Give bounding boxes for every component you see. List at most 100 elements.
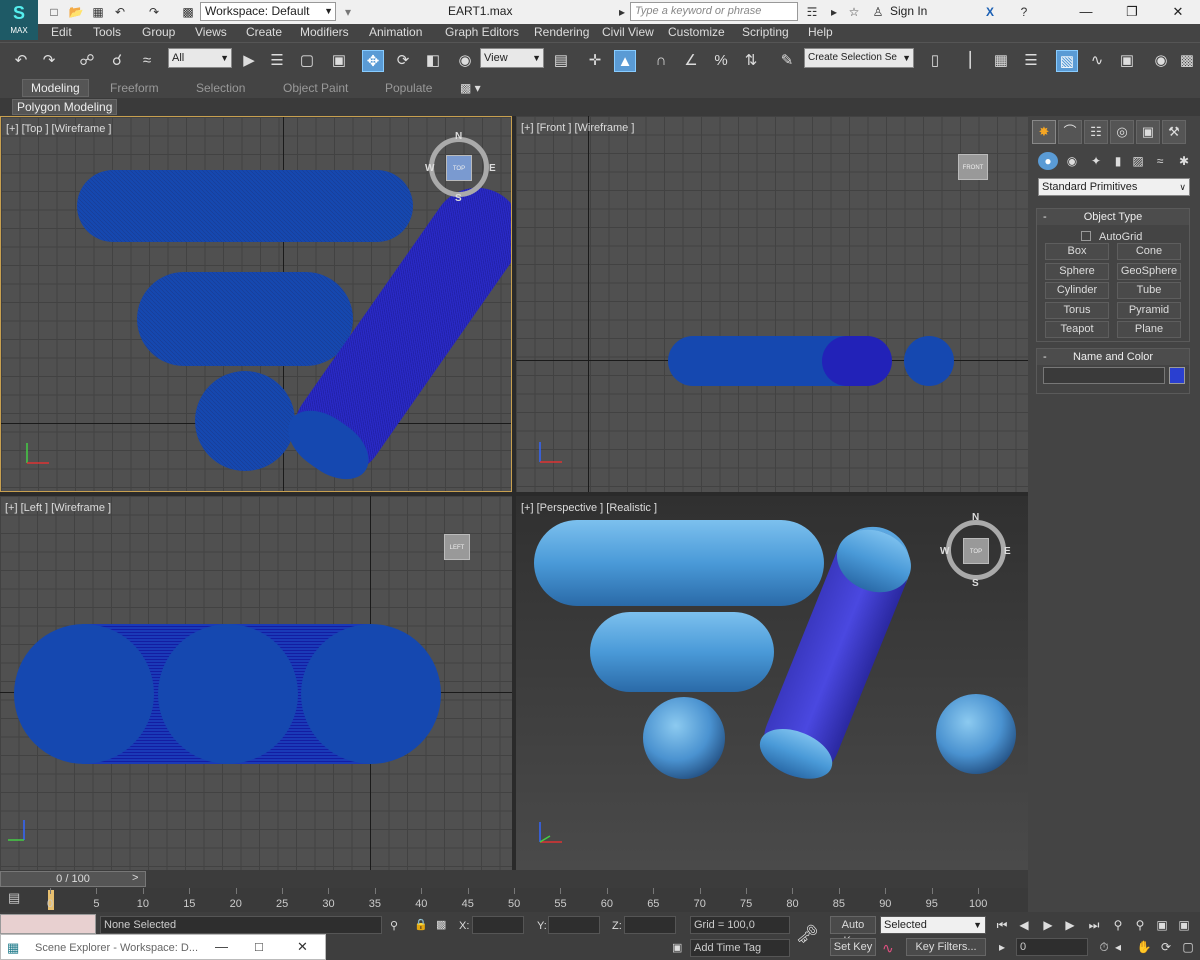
viewport-front[interactable]: FRONT [+] [Front ] [Wireframe ]	[516, 116, 1028, 492]
cylinder-button[interactable]: Cylinder	[1045, 282, 1109, 299]
next-frame-icon[interactable]: ▶	[1060, 916, 1080, 934]
helpers-icon[interactable]: ▨	[1128, 152, 1148, 170]
left-sphere-1[interactable]	[14, 624, 154, 764]
help-icon[interactable]: ?	[1016, 4, 1032, 20]
current-frame-field[interactable]: 0	[1016, 938, 1088, 956]
modify-tab-icon[interactable]: ⌒	[1058, 120, 1082, 144]
key-mode-dropdown[interactable]: Selected ▼	[880, 916, 986, 934]
unlink-icon[interactable]: ☌	[106, 50, 128, 72]
cameras-icon[interactable]: ▮	[1108, 152, 1128, 170]
communication-center-icon[interactable]: ▸	[826, 4, 842, 20]
close-icon[interactable]: ✕	[297, 939, 308, 955]
object-name-field[interactable]	[1043, 367, 1165, 384]
menu-civil-view[interactable]: Civil View	[602, 25, 654, 39]
minimize-icon[interactable]: —	[1066, 0, 1106, 24]
redo-icon[interactable]: ↷	[146, 4, 162, 20]
sign-in-button[interactable]: Sign In	[890, 4, 927, 18]
sphere-button[interactable]: Sphere	[1045, 263, 1109, 280]
viewport-label[interactable]: [+] [Front ] [Wireframe ]	[521, 122, 634, 134]
align-icon[interactable]: ▕	[954, 50, 976, 72]
menu-views[interactable]: Views	[195, 25, 227, 39]
pan-hand-icon[interactable]: ✋	[1134, 938, 1154, 956]
geosphere-button[interactable]: GeoSphere	[1117, 263, 1181, 280]
x-coordinate-field[interactable]	[472, 916, 524, 934]
curve-editor-icon[interactable]: ∿	[1086, 50, 1108, 72]
zoom-extents-icon[interactable]: ▣	[1152, 916, 1172, 934]
select-and-move-icon[interactable]: ✥	[362, 50, 384, 72]
hierarchy-tab-icon[interactable]: ☷	[1084, 120, 1108, 144]
link-icon[interactable]: ☍	[76, 50, 98, 72]
selection-filter-dropdown[interactable]: All ▼	[168, 48, 232, 68]
project-folder-icon[interactable]: ▩	[180, 4, 196, 20]
percent-snap-icon[interactable]: %	[710, 50, 732, 72]
schematic-view-icon[interactable]: ▣	[1116, 50, 1138, 72]
viewcube[interactable]: LEFT	[444, 534, 470, 560]
material-editor-icon[interactable]: ◉	[1150, 50, 1172, 72]
box-button[interactable]: Box	[1045, 243, 1109, 260]
plane-button[interactable]: Plane	[1117, 321, 1181, 338]
select-and-rotate-icon[interactable]: ⟳	[392, 50, 414, 72]
select-object-icon[interactable]: ▶	[238, 50, 260, 72]
reference-coordinate-dropdown[interactable]: View ▼	[480, 48, 544, 68]
viewport-left[interactable]: LEFT [+] [Left ] [Wireframe ]	[0, 496, 512, 870]
pivot-center-icon[interactable]: ▤	[550, 50, 572, 72]
object-type-header[interactable]: - Object Type	[1037, 209, 1189, 225]
zoom-extents-all-icon[interactable]: ▣	[1174, 916, 1194, 934]
minimize-icon[interactable]: —	[215, 939, 228, 954]
display-tab-icon[interactable]: ▣	[1136, 120, 1160, 144]
primitive-category-dropdown[interactable]: Standard Primitives ∨	[1038, 178, 1190, 196]
set-key-button[interactable]: Set Key	[830, 938, 876, 956]
play-icon[interactable]: ▶	[1038, 916, 1058, 934]
teapot-button[interactable]: Teapot	[1045, 321, 1109, 338]
menu-group[interactable]: Group	[142, 25, 175, 39]
save-file-icon[interactable]: ▦	[90, 4, 106, 20]
viewport-label[interactable]: [+] [Top ] [Wireframe ]	[6, 123, 111, 135]
bind-space-warp-icon[interactable]: ≈	[136, 50, 158, 72]
open-file-icon[interactable]: 📂	[68, 4, 84, 20]
z-coordinate-field[interactable]	[624, 916, 676, 934]
lights-icon[interactable]: ✦	[1086, 152, 1106, 170]
tab-object-paint[interactable]: Object Paint	[283, 81, 348, 95]
lock-icon[interactable]: 🔒	[414, 918, 428, 931]
tab-freeform[interactable]: Freeform	[110, 81, 159, 95]
previous-frame-icon[interactable]: ◀	[1014, 916, 1034, 934]
set-key-icon[interactable]: 🗝	[796, 924, 819, 945]
go-to-end-icon[interactable]: ⏭	[1084, 916, 1104, 934]
persp-sphere-right[interactable]	[936, 694, 1016, 774]
menu-customize[interactable]: Customize	[668, 25, 725, 39]
close-icon[interactable]: ✕	[1158, 0, 1198, 24]
field-of-view-icon[interactable]: ◂	[1108, 938, 1128, 956]
menu-modifiers[interactable]: Modifiers	[300, 25, 349, 39]
isolate-icon[interactable]: ⚲	[390, 919, 398, 932]
persp-capsule-medium[interactable]	[590, 612, 774, 692]
menu-edit[interactable]: Edit	[51, 25, 72, 39]
front-capsule-tilted[interactable]	[822, 336, 892, 386]
persp-capsule-large[interactable]	[534, 520, 824, 606]
tab-modeling[interactable]: Modeling	[22, 79, 89, 97]
motion-tab-icon[interactable]: ◎	[1110, 120, 1134, 144]
more-quick-access-icon[interactable]: ▾	[340, 4, 356, 20]
toggle-layer-explorer-icon[interactable]: ☰	[1020, 50, 1042, 72]
exchange-apps-icon[interactable]: X	[982, 4, 998, 20]
viewcube[interactable]: TOP	[446, 155, 472, 181]
app-logo-button[interactable]: S MAX	[0, 0, 38, 40]
snaps-toggle-icon[interactable]: ∩	[650, 50, 672, 72]
key-mode-toggle-icon[interactable]: ▸	[992, 938, 1012, 956]
create-tab-icon[interactable]: ✸	[1032, 120, 1056, 144]
angle-snap-icon[interactable]: ∠	[680, 50, 702, 72]
zoom-icon[interactable]: ⚲	[1108, 916, 1128, 934]
pyramid-button[interactable]: Pyramid	[1117, 302, 1181, 319]
orbit-icon[interactable]: ⟳	[1156, 938, 1176, 956]
add-time-tag-button[interactable]: Add Time Tag	[690, 939, 790, 957]
select-and-place-icon[interactable]: ◉	[454, 50, 476, 72]
auto-key-button[interactable]: Auto Key	[830, 916, 876, 947]
top-sphere[interactable]	[195, 371, 295, 471]
favorites-star-icon[interactable]: ☆	[846, 4, 862, 20]
key-filters-button[interactable]: Key Filters...	[906, 938, 986, 956]
undo-icon[interactable]: ↶	[10, 50, 32, 72]
object-color-swatch[interactable]	[1169, 367, 1185, 384]
chevron-right-icon[interactable]: >	[132, 872, 138, 884]
ribbon-options-icon[interactable]: ▩ ▾	[460, 81, 481, 95]
render-setup-icon[interactable]: ▩	[1176, 50, 1198, 72]
new-file-icon[interactable]: □	[46, 4, 62, 20]
